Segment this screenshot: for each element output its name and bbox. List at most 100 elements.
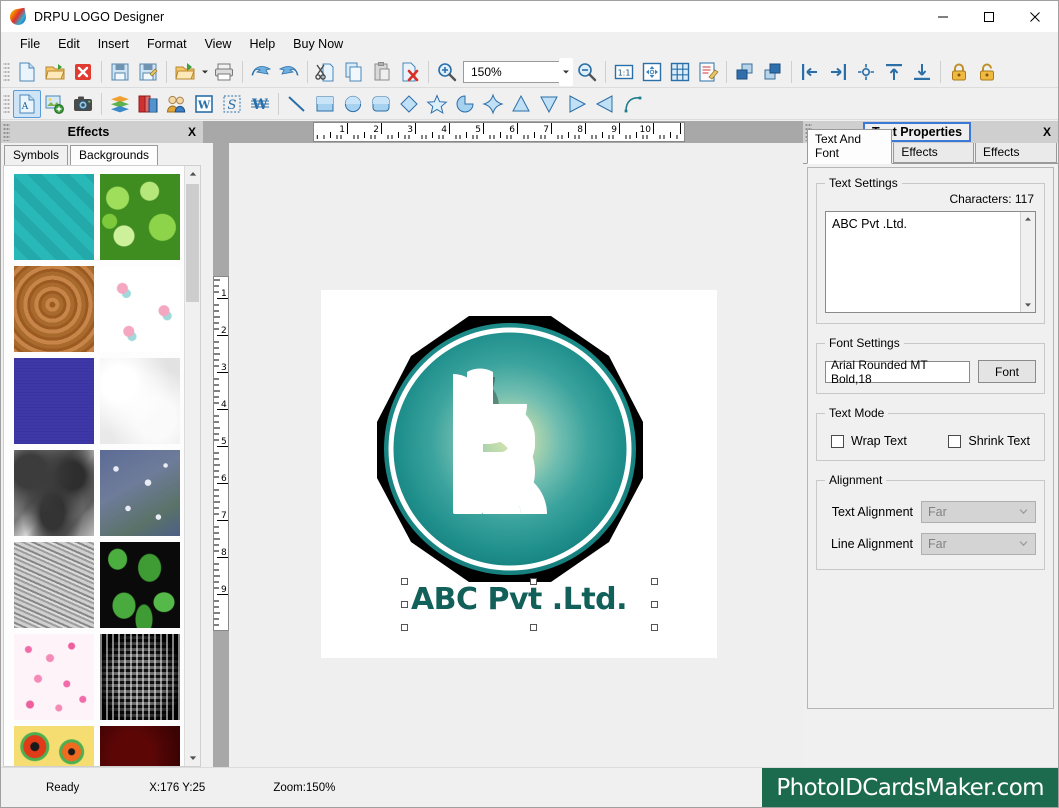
menu-file[interactable]: File [11, 34, 49, 54]
thumb-white-silk[interactable] [100, 358, 180, 444]
watermark-button[interactable]: W [246, 90, 274, 118]
minimize-button[interactable] [920, 1, 966, 32]
logo-graphic[interactable] [371, 310, 649, 588]
shrink-text-checkbox-row[interactable]: Shrink Text [948, 434, 1030, 448]
line-tool[interactable] [283, 90, 311, 118]
text-properties-close-icon[interactable]: X [1036, 125, 1058, 139]
layers-button[interactable] [106, 90, 134, 118]
thumb-dark-red[interactable] [100, 726, 180, 766]
fit-page-button[interactable] [638, 58, 666, 86]
font-button[interactable]: Font [978, 360, 1036, 383]
tab-backgrounds[interactable]: Backgrounds [70, 145, 158, 165]
grid-button[interactable] [666, 58, 694, 86]
zoom-out-button[interactable] [573, 58, 601, 86]
thumb-blue-bubbles[interactable] [100, 450, 180, 536]
backgrounds-button[interactable] [134, 90, 162, 118]
zoom-in-button[interactable] [433, 58, 461, 86]
thumb-pink-blossom[interactable] [14, 634, 94, 720]
redo-button[interactable] [275, 58, 303, 86]
thumb-black-lights[interactable] [100, 634, 180, 720]
scroll-up-icon[interactable] [185, 166, 201, 182]
paste-button[interactable] [368, 58, 396, 86]
signature-button[interactable]: S [218, 90, 246, 118]
font-value-field[interactable]: Arial Rounded MT Bold,18 [825, 361, 970, 383]
selection-handle-bc[interactable] [530, 624, 537, 631]
capture-button[interactable] [69, 90, 97, 118]
rectangle-tool[interactable] [311, 90, 339, 118]
text-alignment-select[interactable]: Far [921, 501, 1036, 523]
unlock-button[interactable] [973, 58, 1001, 86]
wrap-text-checkbox[interactable] [831, 435, 844, 448]
thumb-pink-flowers-white[interactable] [100, 266, 180, 352]
print-button[interactable] [210, 58, 238, 86]
rounded-rect-tool[interactable] [367, 90, 395, 118]
scrollbar-thumb[interactable] [186, 184, 199, 302]
symbols-button[interactable] [162, 90, 190, 118]
toolbar-grip[interactable] [3, 61, 10, 83]
design-page[interactable]: ABC Pvt .Ltd. [321, 290, 717, 658]
add-text-button[interactable]: A [13, 90, 41, 118]
wrap-text-checkbox-row[interactable]: Wrap Text [831, 434, 907, 448]
effects-panel-close-icon[interactable]: X [181, 125, 203, 139]
add-image-button[interactable] [41, 90, 69, 118]
import-button[interactable] [171, 58, 199, 86]
thumb-yellow-sunflowers[interactable] [14, 726, 94, 766]
align-left-button[interactable] [796, 58, 824, 86]
menu-edit[interactable]: Edit [49, 34, 89, 54]
design-canvas[interactable]: ABC Pvt .Ltd. [233, 143, 803, 769]
thumb-blue-canvas[interactable] [14, 358, 94, 444]
import-dropdown-arrow[interactable] [199, 58, 210, 86]
selection-handle-bl[interactable] [401, 624, 408, 631]
pie-tool[interactable] [451, 90, 479, 118]
close-document-button[interactable] [69, 58, 97, 86]
save-as-button[interactable] [134, 58, 162, 86]
selection-handle-tl[interactable] [401, 578, 408, 585]
align-top-button[interactable] [880, 58, 908, 86]
textarea-scrollbar[interactable] [1020, 212, 1035, 312]
new-document-button[interactable] [13, 58, 41, 86]
triangle-left-tool[interactable] [591, 90, 619, 118]
word-art-button[interactable]: W [190, 90, 218, 118]
zoom-combo[interactable]: 150% [463, 61, 571, 83]
edit-properties-button[interactable] [694, 58, 722, 86]
menu-insert[interactable]: Insert [89, 34, 138, 54]
logo-text[interactable]: ABC Pvt .Ltd. [331, 582, 707, 617]
delete-button[interactable] [396, 58, 424, 86]
align-center-button[interactable] [852, 58, 880, 86]
align-bottom-button[interactable] [908, 58, 936, 86]
triangle-right-tool[interactable] [563, 90, 591, 118]
toolbar-grip[interactable] [3, 93, 10, 115]
selection-handle-ml[interactable] [401, 601, 408, 608]
thumb-green-leaves-black[interactable] [100, 542, 180, 628]
four-point-star-tool[interactable] [479, 90, 507, 118]
maximize-button[interactable] [966, 1, 1012, 32]
menu-view[interactable]: View [196, 34, 241, 54]
effects-scrollbar[interactable] [184, 166, 200, 766]
diamond-tool[interactable] [395, 90, 423, 118]
line-alignment-select[interactable]: Far [921, 533, 1036, 555]
thumb-wood-rings[interactable] [14, 266, 94, 352]
scroll-down-icon[interactable] [185, 750, 201, 766]
scroll-down-icon[interactable] [1021, 298, 1035, 312]
zoom-combo-arrow[interactable] [559, 58, 573, 86]
tab-text-and-font[interactable]: Text And Font [807, 129, 892, 164]
selection-handle-br[interactable] [651, 624, 658, 631]
selection-handle-tr[interactable] [651, 578, 658, 585]
copy-button[interactable] [340, 58, 368, 86]
thumb-green-circles[interactable] [100, 174, 180, 260]
menu-help[interactable]: Help [240, 34, 284, 54]
star-tool[interactable] [423, 90, 451, 118]
arc-tool[interactable] [619, 90, 647, 118]
menu-format[interactable]: Format [138, 34, 196, 54]
selection-handle-tc[interactable] [530, 578, 537, 585]
text-settings-textarea[interactable]: ABC Pvt .Ltd. [825, 211, 1036, 313]
actual-size-button[interactable]: 1:1 [610, 58, 638, 86]
cut-button[interactable] [312, 58, 340, 86]
lock-button[interactable] [945, 58, 973, 86]
save-button[interactable] [106, 58, 134, 86]
ellipse-tool[interactable] [339, 90, 367, 118]
scroll-up-icon[interactable] [1021, 212, 1035, 226]
thumb-gray-feathers[interactable] [14, 542, 94, 628]
align-right-button[interactable] [824, 58, 852, 86]
shrink-text-checkbox[interactable] [948, 435, 961, 448]
